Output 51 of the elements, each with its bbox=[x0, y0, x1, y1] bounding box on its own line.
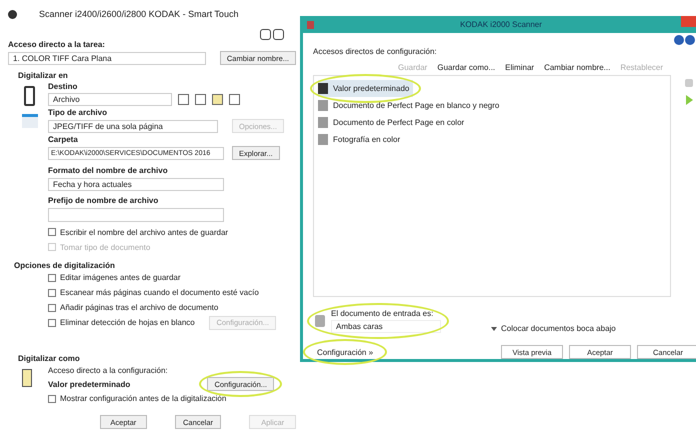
checkbox-label: Escanear más páginas cuando el documento esté vacío bbox=[60, 288, 259, 297]
checkbox[interactable] bbox=[48, 274, 56, 282]
folder-icon[interactable] bbox=[212, 94, 223, 105]
checkbox[interactable] bbox=[48, 318, 56, 326]
list-item[interactable]: Documento de Perfect Page en blanco y negro bbox=[318, 97, 504, 114]
window-title: KODAK i2000 Scanner bbox=[460, 20, 542, 29]
checkbox-label: Escribir el nombre del archivo antes de guardar bbox=[60, 228, 228, 236]
field-label: Acceso directo a la tarea: bbox=[7, 40, 106, 49]
toolbar-button[interactable]: Guardar como... bbox=[437, 62, 496, 72]
toolbar-button[interactable]: Eliminar bbox=[505, 62, 534, 72]
window-title: Scanner i2400/i2600/i2800 KODAK - Smart Touch bbox=[39, 9, 238, 19]
app-icon bbox=[8, 10, 17, 18]
app-icon bbox=[307, 20, 314, 28]
shortcut-dropdown[interactable]: 1. COLOR TIFF Cara Plana bbox=[8, 52, 206, 64]
list-item[interactable]: Fotografía en color bbox=[318, 131, 404, 148]
section-heading: Accesos directos de configuración: bbox=[312, 47, 438, 58]
checkbox-label: Tomar tipo de documento bbox=[60, 242, 150, 252]
list-item[interactable]: Documento de Perfect Page en color bbox=[318, 114, 468, 131]
checkbox[interactable] bbox=[48, 288, 56, 296]
list-item[interactable]: Valor predeterminado bbox=[318, 80, 414, 97]
field-label: Acceso directo a la configuración: bbox=[48, 366, 169, 375]
toolbar-button[interactable]: Cambiar nombre... bbox=[544, 62, 610, 72]
field-label: Destino bbox=[48, 82, 78, 91]
placement-option[interactable]: Colocar documentos boca abajo bbox=[501, 324, 616, 333]
settings-value: Valor predeterminado bbox=[48, 380, 130, 388]
field-label: Tipo de archivo bbox=[48, 108, 108, 117]
prefix-field[interactable] bbox=[48, 208, 224, 222]
destination-dropdown[interactable]: Archivo bbox=[48, 93, 172, 106]
caret-icon bbox=[491, 326, 497, 330]
section-heading: Digitalizar en bbox=[17, 71, 69, 80]
file-type-dropdown[interactable]: JPEG/TIFF de una sola página bbox=[48, 120, 218, 132]
field-label: Carpeta bbox=[48, 135, 79, 144]
checkbox[interactable] bbox=[48, 394, 56, 402]
settings-button[interactable]: Configuración » bbox=[311, 345, 380, 359]
section-heading: Opciones de digitalización bbox=[13, 261, 116, 270]
field-label: Prefijo de nombre de archivo bbox=[48, 196, 160, 205]
archive-icon bbox=[24, 86, 35, 106]
back-icon[interactable] bbox=[674, 35, 684, 45]
checkbox[interactable] bbox=[48, 304, 56, 312]
checkbox-label: Mostrar configuración antes de la digitalización bbox=[60, 394, 226, 403]
field-label: El documento de entrada es: bbox=[331, 309, 434, 318]
section-heading: Digitalizar como bbox=[17, 354, 81, 363]
checkbox-label: Eliminar detección de hojas en blanco bbox=[60, 318, 195, 327]
input-dropdown[interactable]: Ambas caras bbox=[331, 320, 441, 333]
checkbox-label: Editar imágenes antes de guardar bbox=[60, 273, 181, 282]
checkbox-label: Añadir páginas tras el archivo de documento bbox=[60, 303, 218, 312]
field-label: Formato del nombre de archivo bbox=[48, 166, 169, 175]
forward-icon[interactable] bbox=[685, 35, 695, 45]
checkbox[interactable] bbox=[48, 228, 56, 236]
file-type-icon bbox=[22, 114, 38, 128]
name-format-dropdown[interactable]: Fecha y hora actuales bbox=[48, 178, 224, 191]
